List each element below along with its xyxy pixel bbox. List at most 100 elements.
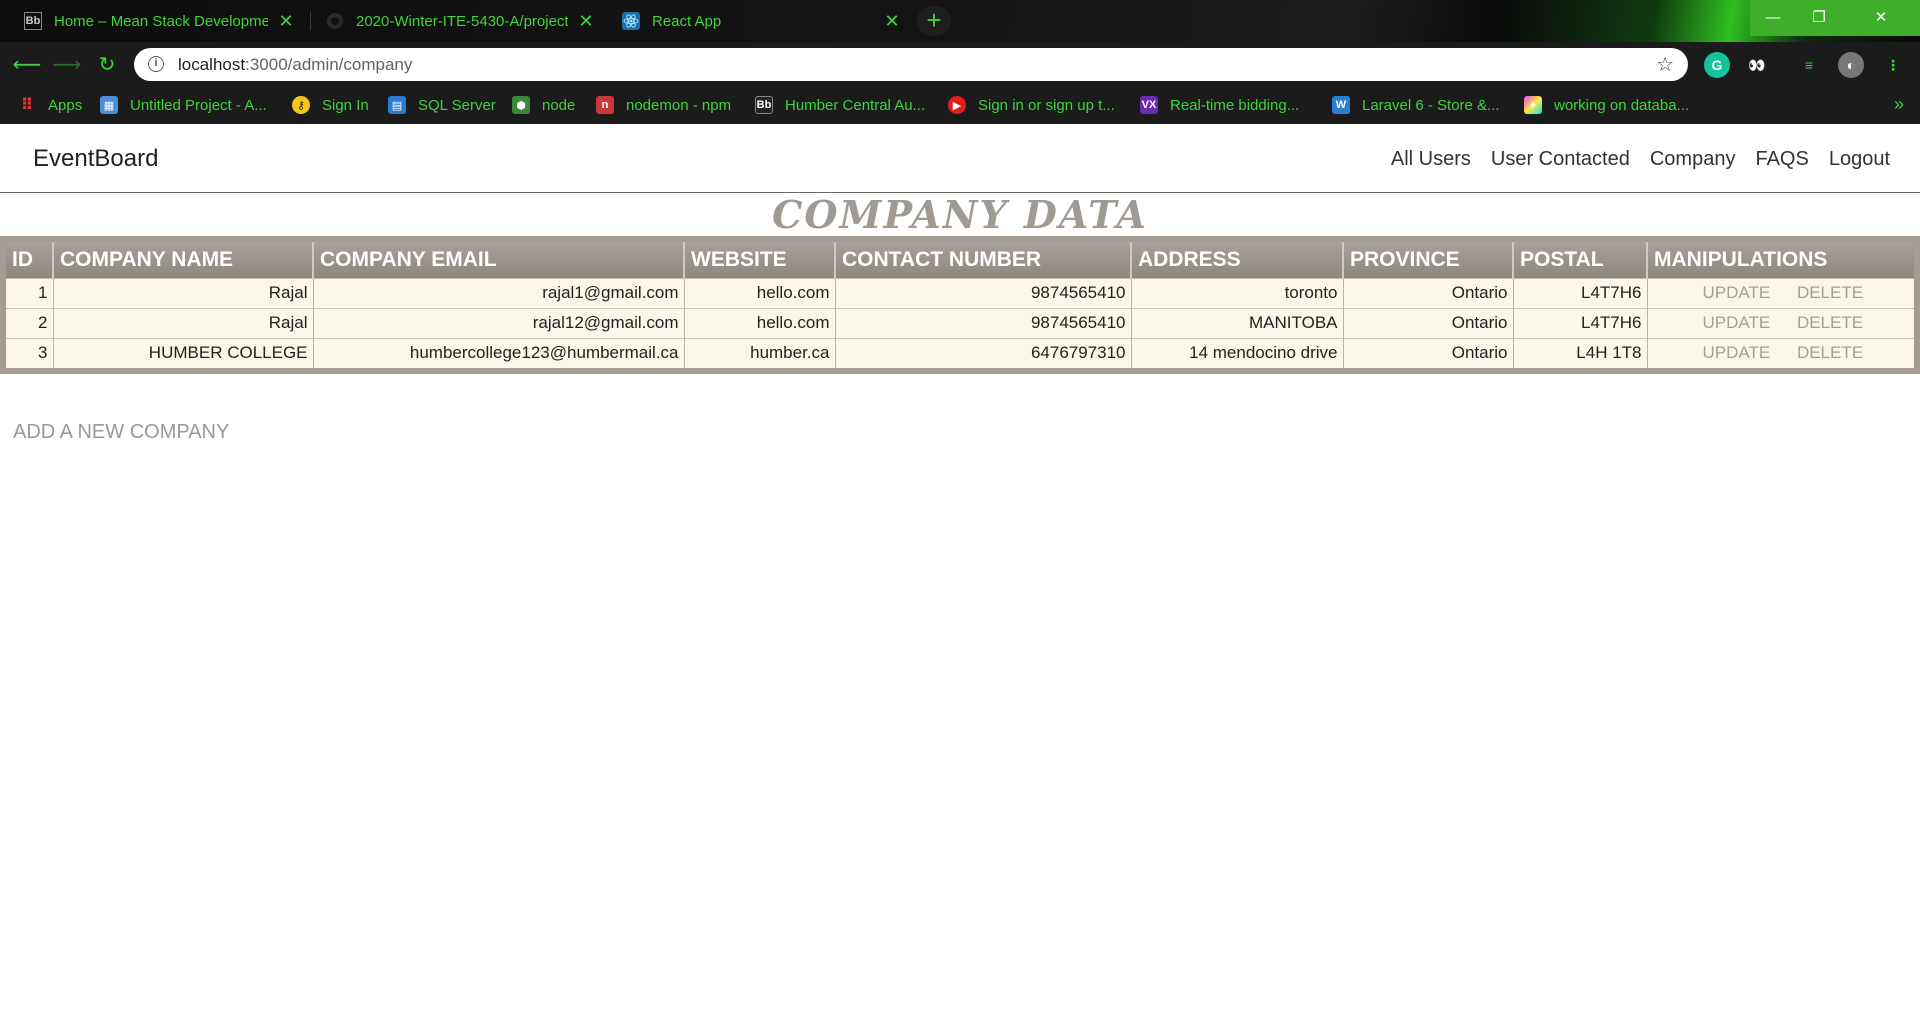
cell-manipulations: UPDATE DELETE xyxy=(1647,337,1914,368)
tab-react-app[interactable]: React App ✕ xyxy=(622,4,902,38)
nav-links: All Users User Contacted Company FAQS Lo… xyxy=(1371,148,1890,171)
cell-id: 3 xyxy=(6,337,54,368)
close-tab-icon[interactable]: ✕ xyxy=(276,11,296,32)
delete-button[interactable]: DELETE xyxy=(1797,313,1863,332)
cell-company-email: humbercollege123@humbermail.ca xyxy=(313,337,685,368)
url-text: localhost:3000/admin/company xyxy=(178,55,413,74)
play-icon: ▶ xyxy=(948,96,966,114)
col-header-manipulations: MANIPULATIONS xyxy=(1647,242,1914,278)
bookmark-apps[interactable]: ⠿ Apps xyxy=(18,94,82,116)
cell-website: hello.com xyxy=(684,277,836,308)
cell-contact-number: 9874565410 xyxy=(835,277,1132,308)
bookmark-laravel[interactable]: W Laravel 6 - Store &... xyxy=(1332,94,1500,116)
cell-company-email: rajal12@gmail.com xyxy=(313,307,685,338)
bookmark-humber-central[interactable]: Bb Humber Central Au... xyxy=(755,94,925,116)
cell-manipulations: UPDATE DELETE xyxy=(1647,307,1914,338)
cell-address: toronto xyxy=(1131,277,1344,308)
more-bookmarks-icon[interactable]: » xyxy=(1894,94,1904,115)
delete-button[interactable]: DELETE xyxy=(1797,283,1863,302)
extension-eyes-icon[interactable]: 👀 xyxy=(1744,52,1770,78)
url-input[interactable]: i localhost:3000/admin/company ☆ xyxy=(134,48,1688,81)
cell-website: humber.ca xyxy=(684,337,836,368)
restore-button[interactable]: ❐ xyxy=(1796,0,1842,36)
cell-company-name: HUMBER COLLEGE xyxy=(53,337,314,368)
forward-arrow-icon[interactable]: ⟶ xyxy=(52,50,82,80)
cell-postal: L4H 1T8 xyxy=(1513,337,1648,368)
nav-all-users[interactable]: All Users xyxy=(1391,148,1471,171)
blackboard-icon: Bb xyxy=(755,96,773,114)
reload-icon[interactable]: ↻ xyxy=(92,50,122,80)
brand-logo[interactable]: EventBoard xyxy=(33,145,158,173)
minimize-button[interactable]: — xyxy=(1750,0,1796,36)
cell-address: MANITOBA xyxy=(1131,307,1344,338)
cell-id: 2 xyxy=(6,307,54,338)
react-icon xyxy=(622,12,640,30)
tab-separator xyxy=(310,12,311,30)
nav-user-contacted[interactable]: User Contacted xyxy=(1491,148,1630,171)
cell-company-name: Rajal xyxy=(53,277,314,308)
col-header-contact-number: CONTACT NUMBER xyxy=(835,242,1132,278)
cell-id: 1 xyxy=(6,277,54,308)
grammarly-icon[interactable]: G xyxy=(1704,52,1730,78)
new-tab-button[interactable]: + xyxy=(917,6,951,36)
add-company-link[interactable]: ADD A NEW COMPANY xyxy=(13,421,229,444)
info-icon[interactable]: i xyxy=(148,56,164,72)
close-tab-icon[interactable]: ✕ xyxy=(882,11,902,32)
update-button[interactable]: UPDATE xyxy=(1703,283,1771,302)
table-header-row: ID COMPANY NAME COMPANY EMAIL WEBSITE CO… xyxy=(6,242,1914,278)
bookmark-working-on-database[interactable]: ✦ working on databa... xyxy=(1524,94,1689,116)
table-row: 3 HUMBER COLLEGE humbercollege123@humber… xyxy=(6,337,1914,368)
col-header-company-email: COMPANY EMAIL xyxy=(313,242,685,278)
cell-province: Ontario xyxy=(1343,307,1514,338)
tab-github-project[interactable]: 2020-Winter-ITE-5430-A/project ✕ xyxy=(326,4,596,38)
company-table-container: ID COMPANY NAME COMPANY EMAIL WEBSITE CO… xyxy=(0,236,1920,374)
grid-icon: ▦ xyxy=(100,96,118,114)
col-header-address: ADDRESS xyxy=(1131,242,1344,278)
bookmark-sign-up[interactable]: ▶ Sign in or sign up t... xyxy=(948,94,1115,116)
github-icon xyxy=(326,12,344,30)
tab-title: Home – Mean Stack Developmen xyxy=(54,12,268,30)
cell-postal: L4T7H6 xyxy=(1513,277,1648,308)
cell-postal: L4T7H6 xyxy=(1513,307,1648,338)
pinwheel-icon: ✦ xyxy=(1524,96,1542,114)
profile-avatar[interactable]: ◐ xyxy=(1838,52,1864,78)
table-row: 1 Rajal rajal1@gmail.com hello.com 98745… xyxy=(6,277,1914,308)
col-header-company-name: COMPANY NAME xyxy=(53,242,314,278)
tab-mean-stack[interactable]: Bb Home – Mean Stack Developmen ✕ xyxy=(24,4,296,38)
col-header-id: ID xyxy=(6,242,54,278)
update-button[interactable]: UPDATE xyxy=(1703,343,1771,362)
table-row: 2 Rajal rajal12@gmail.com hello.com 9874… xyxy=(6,307,1914,338)
close-tab-icon[interactable]: ✕ xyxy=(576,11,596,32)
npm-icon: n xyxy=(596,96,614,114)
blackboard-icon: Bb xyxy=(24,12,42,30)
media-queue-icon[interactable]: ≡ xyxy=(1796,52,1822,78)
bookmark-real-time-bidding[interactable]: VX Real-time bidding... xyxy=(1140,94,1299,116)
vx-icon: VX xyxy=(1140,96,1158,114)
col-header-website: WEBSITE xyxy=(684,242,836,278)
nav-faqs[interactable]: FAQS xyxy=(1755,148,1808,171)
bookmark-nodemon[interactable]: n nodemon - npm xyxy=(596,94,731,116)
cell-website: hello.com xyxy=(684,307,836,338)
nav-company[interactable]: Company xyxy=(1650,148,1736,171)
nav-logout[interactable]: Logout xyxy=(1829,148,1890,171)
bookmark-sql-server[interactable]: ▤ SQL Server xyxy=(388,94,496,116)
bookmark-node[interactable]: ⬢ node xyxy=(512,94,575,116)
apps-grid-icon: ⠿ xyxy=(20,97,34,114)
delete-button[interactable]: DELETE xyxy=(1797,343,1863,362)
company-table: ID COMPANY NAME COMPANY EMAIL WEBSITE CO… xyxy=(6,242,1914,368)
close-window-button[interactable]: ✕ xyxy=(1842,0,1920,36)
cell-province: Ontario xyxy=(1343,337,1514,368)
bookmark-untitled-project[interactable]: ▦ Untitled Project - A... xyxy=(100,94,267,116)
sql-icon: ▤ xyxy=(388,96,406,114)
cell-company-name: Rajal xyxy=(53,307,314,338)
bookmark-sign-in[interactable]: ⚷ Sign In xyxy=(292,94,369,116)
cell-address: 14 mendocino drive xyxy=(1131,337,1344,368)
app-navbar: EventBoard All Users User Contacted Comp… xyxy=(0,124,1920,193)
menu-kebab-icon[interactable]: ⋮ xyxy=(1880,52,1906,78)
key-icon: ⚷ xyxy=(292,96,310,114)
update-button[interactable]: UPDATE xyxy=(1703,313,1771,332)
bookmark-star-icon[interactable]: ☆ xyxy=(1656,52,1674,77)
tab-title: React App xyxy=(652,12,722,30)
hexagon-icon: ⬢ xyxy=(512,96,530,114)
back-arrow-icon[interactable]: ⟵ xyxy=(12,50,42,80)
